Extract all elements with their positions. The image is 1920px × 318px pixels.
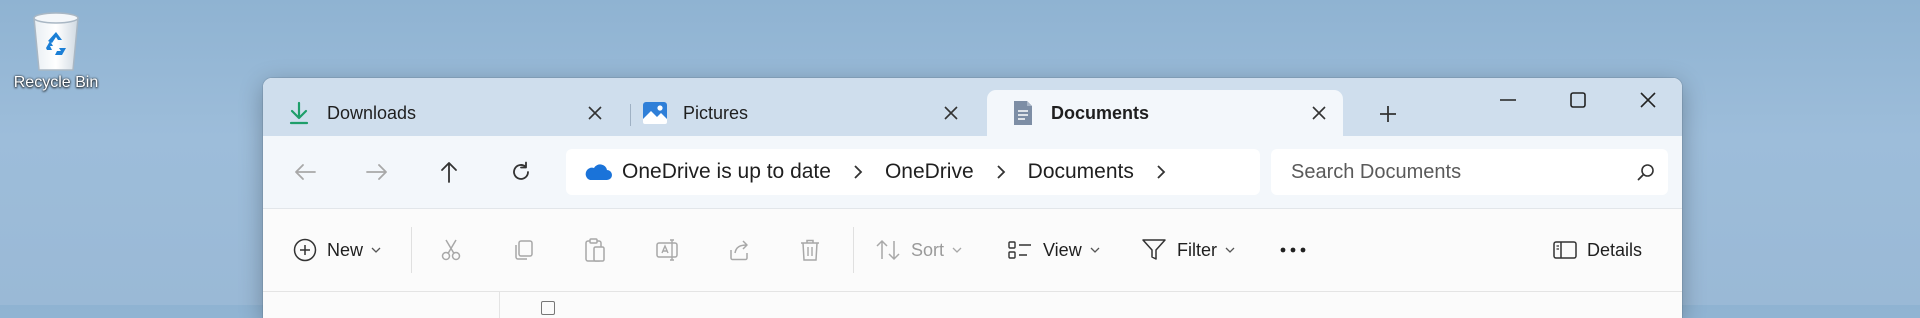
- recycle-bin-label: Recycle Bin: [13, 74, 99, 91]
- new-button[interactable]: New: [293, 227, 381, 273]
- download-icon: [285, 99, 313, 127]
- chevron-down-icon: [1225, 247, 1235, 253]
- view-label: View: [1043, 239, 1082, 260]
- search-box[interactable]: Search Documents: [1271, 149, 1668, 195]
- onedrive-cloud-icon: [585, 164, 612, 180]
- share-button[interactable]: [727, 227, 751, 273]
- chevron-down-icon: [371, 247, 381, 253]
- filter-label: Filter: [1177, 239, 1217, 260]
- title-bar: Downloads Pictures Documents: [263, 78, 1682, 136]
- chevron-down-icon: [952, 247, 962, 253]
- tab-label: Downloads: [327, 102, 417, 123]
- breadcrumb-onedrive[interactable]: OneDrive: [885, 160, 974, 184]
- column-checkbox-icon[interactable]: [541, 301, 555, 315]
- toolbar-divider: [411, 227, 412, 273]
- sort-label: Sort: [911, 239, 945, 260]
- recycle-bin-shortcut[interactable]: Recycle Bin: [6, 8, 106, 92]
- more-icon: [1280, 247, 1306, 253]
- clipboard-icon: [585, 238, 605, 262]
- more-options-button[interactable]: [1279, 227, 1307, 273]
- onedrive-status: OneDrive is up to date: [622, 160, 831, 183]
- tab-downloads[interactable]: Downloads: [263, 90, 619, 136]
- search-icon[interactable]: [1624, 163, 1668, 181]
- toolbar-divider: [853, 227, 854, 273]
- tab-documents[interactable]: Documents: [987, 90, 1343, 136]
- arrow-left-icon: [295, 164, 316, 180]
- chevron-down-icon: [1090, 247, 1100, 253]
- filter-button[interactable]: Filter: [1141, 227, 1235, 273]
- close-icon: [1640, 92, 1656, 108]
- command-bar: New Sort View Filter Details: [263, 209, 1682, 292]
- scissors-icon: [441, 239, 461, 261]
- maximize-icon: [1570, 92, 1586, 108]
- tab-close-icon[interactable]: [1301, 95, 1337, 131]
- content-area: [263, 292, 1682, 318]
- tab-label: Pictures: [683, 102, 749, 123]
- details-button[interactable]: Details: [1553, 227, 1642, 273]
- details-pane-icon: [1553, 241, 1577, 259]
- refresh-button[interactable]: [499, 150, 543, 194]
- plus-circle-icon: [293, 238, 317, 262]
- pictures-icon: [641, 99, 669, 127]
- share-icon: [730, 240, 748, 261]
- filter-icon: [1142, 239, 1166, 260]
- chevron-right-icon[interactable]: [853, 164, 863, 180]
- copy-icon: [515, 240, 533, 260]
- details-label: Details: [1587, 239, 1643, 260]
- navigation-bar: OneDrive is up to date OneDrive Document…: [263, 136, 1682, 209]
- delete-button[interactable]: [799, 227, 821, 273]
- tab-close-icon[interactable]: [577, 95, 613, 131]
- chevron-right-icon[interactable]: [1156, 164, 1166, 180]
- tab-label: Documents: [1051, 102, 1150, 123]
- paste-button[interactable]: [583, 227, 607, 273]
- arrow-up-icon: [441, 162, 457, 183]
- sort-button[interactable]: Sort: [875, 227, 962, 273]
- up-button[interactable]: [427, 150, 471, 194]
- view-button[interactable]: View: [1007, 227, 1100, 273]
- file-explorer-window: Downloads Pictures Documents OneDrive is…: [263, 78, 1682, 318]
- new-tab-button[interactable]: [1365, 94, 1411, 134]
- back-button[interactable]: [283, 150, 327, 194]
- minimize-icon: [1500, 99, 1516, 101]
- minimize-button[interactable]: [1473, 78, 1543, 122]
- rename-icon: [656, 239, 678, 261]
- copy-button[interactable]: [511, 227, 535, 273]
- search-placeholder: Search Documents: [1291, 160, 1462, 183]
- address-bar[interactable]: OneDrive is up to date OneDrive Document…: [566, 149, 1260, 195]
- breadcrumb-documents[interactable]: Documents: [1028, 160, 1134, 184]
- arrow-right-icon: [366, 164, 387, 180]
- rename-button[interactable]: [655, 227, 681, 273]
- refresh-icon: [513, 161, 529, 180]
- close-window-button[interactable]: [1613, 78, 1682, 122]
- new-label: New: [327, 239, 364, 260]
- tab-close-icon[interactable]: [933, 95, 969, 131]
- tab-pictures[interactable]: Pictures: [619, 90, 975, 136]
- cut-button[interactable]: [439, 227, 463, 273]
- navigation-pane-divider[interactable]: [499, 292, 500, 318]
- sort-icon: [876, 239, 900, 261]
- maximize-button[interactable]: [1543, 78, 1613, 122]
- trash-icon: [801, 239, 819, 261]
- chevron-right-icon[interactable]: [996, 164, 1006, 180]
- view-list-icon: [1008, 241, 1031, 259]
- forward-button[interactable]: [355, 150, 399, 194]
- recycle-bin-icon: [33, 12, 79, 71]
- plus-icon: [1380, 106, 1396, 122]
- documents-icon: [1009, 99, 1037, 127]
